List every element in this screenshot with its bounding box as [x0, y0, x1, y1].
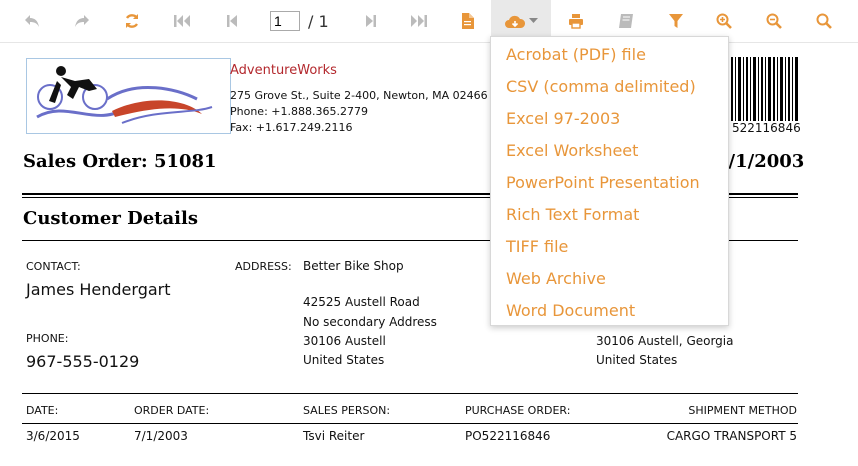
redo-icon — [75, 15, 89, 27]
company-name: AdventureWorks — [230, 63, 337, 78]
prev-page-icon — [227, 15, 237, 27]
contact-label: CONTACT: — [26, 260, 81, 273]
cyclist-logo-icon — [36, 66, 213, 124]
book-icon — [619, 14, 633, 28]
customer-details-title: Customer Details — [23, 208, 198, 229]
refresh-button[interactable] — [110, 0, 154, 42]
barcode-text: 522116846 — [732, 121, 801, 135]
barcode-bars-icon — [731, 57, 798, 121]
undo-icon — [25, 15, 39, 27]
address-line-2: 42525 Austell Road — [303, 295, 420, 309]
company-fax: Fax: +1.617.249.2116 — [230, 121, 353, 134]
barcode — [729, 57, 799, 121]
export-cloud-icon — [505, 15, 526, 28]
address-label: ADDRESS: — [235, 260, 292, 273]
company-logo — [26, 58, 231, 134]
page-total-label: / 1 — [308, 12, 329, 31]
menu-item-pdf[interactable]: Acrobat (PDF) file — [491, 39, 728, 71]
menu-item-powerpoint[interactable]: PowerPoint Presentation — [491, 167, 728, 199]
next-page-button[interactable] — [349, 0, 393, 42]
redo-button[interactable] — [60, 0, 104, 42]
zoom-out-icon — [766, 13, 782, 29]
document-icon — [461, 13, 474, 29]
order-date-header: 7/1/2003 — [716, 151, 805, 172]
filter-icon — [669, 14, 683, 28]
first-page-button[interactable] — [160, 0, 204, 42]
undo-button[interactable] — [10, 0, 54, 42]
header-shipment-method: SHIPMENT METHOD — [688, 404, 797, 417]
header-sales-person: SALES PERSON: — [303, 404, 391, 417]
table-header-rule — [22, 423, 798, 424]
cell-purchase-order: PO522116846 — [465, 429, 551, 443]
menu-item-tiff[interactable]: TIFF file — [491, 231, 728, 263]
document-button[interactable] — [445, 0, 489, 42]
cell-sales-person: Tsvi Reiter — [303, 429, 365, 443]
last-page-button[interactable] — [397, 0, 441, 42]
menu-item-rtf[interactable]: Rich Text Format — [491, 199, 728, 231]
phone-value: 967-555-0129 — [26, 352, 140, 371]
menu-item-word[interactable]: Word Document — [491, 295, 728, 327]
menu-item-excel-97[interactable]: Excel 97-2003 — [491, 103, 728, 135]
report-toolbar: / 1 — [0, 0, 858, 43]
search-icon — [816, 13, 832, 29]
header-order-date: ORDER DATE: — [134, 404, 210, 417]
address-line-1: Better Bike Shop — [303, 259, 404, 273]
refresh-icon — [126, 14, 138, 28]
ship-address-line-1: 30106 Austell, Georgia — [596, 334, 734, 348]
header-purchase-order: PURCHASE ORDER: — [465, 404, 571, 417]
address-line-5: United States — [303, 353, 385, 367]
export-format-menu: Acrobat (PDF) file CSV (comma delimited)… — [490, 36, 729, 326]
zoom-out-button[interactable] — [752, 0, 796, 42]
page-number-input[interactable] — [270, 11, 300, 31]
phone-label: PHONE: — [26, 332, 69, 345]
table-top-rule — [22, 393, 798, 394]
menu-item-web-archive[interactable]: Web Archive — [491, 263, 728, 295]
address-line-4: 30106 Austell — [303, 334, 386, 348]
contact-name: James Hendergart — [26, 280, 171, 299]
search-button[interactable] — [802, 0, 846, 42]
sales-order-title: Sales Order: 51081 — [23, 151, 217, 172]
report-page: AdventureWorks 275 Grove St., Suite 2-40… — [0, 43, 858, 466]
print-icon — [569, 14, 583, 29]
last-page-icon — [411, 15, 427, 27]
prev-page-button[interactable] — [210, 0, 254, 42]
address-line-3: No secondary Address — [303, 315, 437, 329]
zoom-in-icon — [716, 13, 732, 29]
menu-item-excel-worksheet[interactable]: Excel Worksheet — [491, 135, 728, 167]
menu-item-csv[interactable]: CSV (comma delimited) — [491, 71, 728, 103]
company-address: 275 Grove St., Suite 2-400, Newton, MA 0… — [230, 89, 488, 102]
chevron-down-icon — [529, 18, 538, 23]
cell-shipment-method: CARGO TRANSPORT 5 — [666, 429, 797, 443]
next-page-icon — [366, 15, 376, 27]
cell-order-date: 7/1/2003 — [134, 429, 188, 443]
company-phone: Phone: +1.888.365.2779 — [230, 105, 368, 118]
cell-date: 3/6/2015 — [26, 429, 80, 443]
header-date: DATE: — [26, 404, 59, 417]
first-page-icon — [174, 15, 190, 27]
ship-address-line-2: United States — [596, 353, 678, 367]
